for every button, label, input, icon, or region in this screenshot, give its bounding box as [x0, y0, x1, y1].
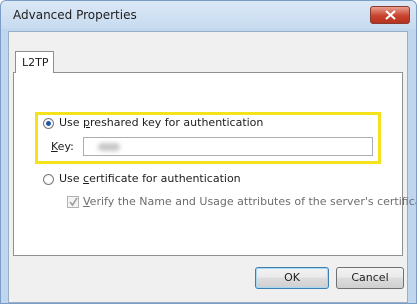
tab-l2tp[interactable]: L2TP [15, 51, 54, 73]
certificate-radio[interactable] [43, 174, 54, 185]
tab-panel-l2tp [13, 72, 403, 256]
title-bar[interactable]: Advanced Properties [1, 1, 416, 29]
close-button[interactable] [370, 6, 410, 24]
advanced-properties-dialog: Advanced Properties L2TP Use preshared k… [0, 0, 417, 304]
window-title: Advanced Properties [13, 8, 137, 22]
ok-button[interactable]: OK [255, 267, 329, 289]
close-icon [385, 10, 396, 20]
verify-certificate-checkbox[interactable] [67, 196, 79, 208]
dialog-body: L2TP Use preshared key for authenticatio… [8, 31, 416, 303]
verify-certificate-label: Verify the Name and Usage attributes of … [83, 195, 417, 208]
cancel-button[interactable]: Cancel [336, 267, 404, 289]
certificate-label[interactable]: Use certificate for authentication [59, 172, 241, 185]
tab-label: L2TP [22, 56, 49, 69]
highlight-annotation [35, 112, 381, 164]
checkmark-icon [69, 197, 78, 207]
